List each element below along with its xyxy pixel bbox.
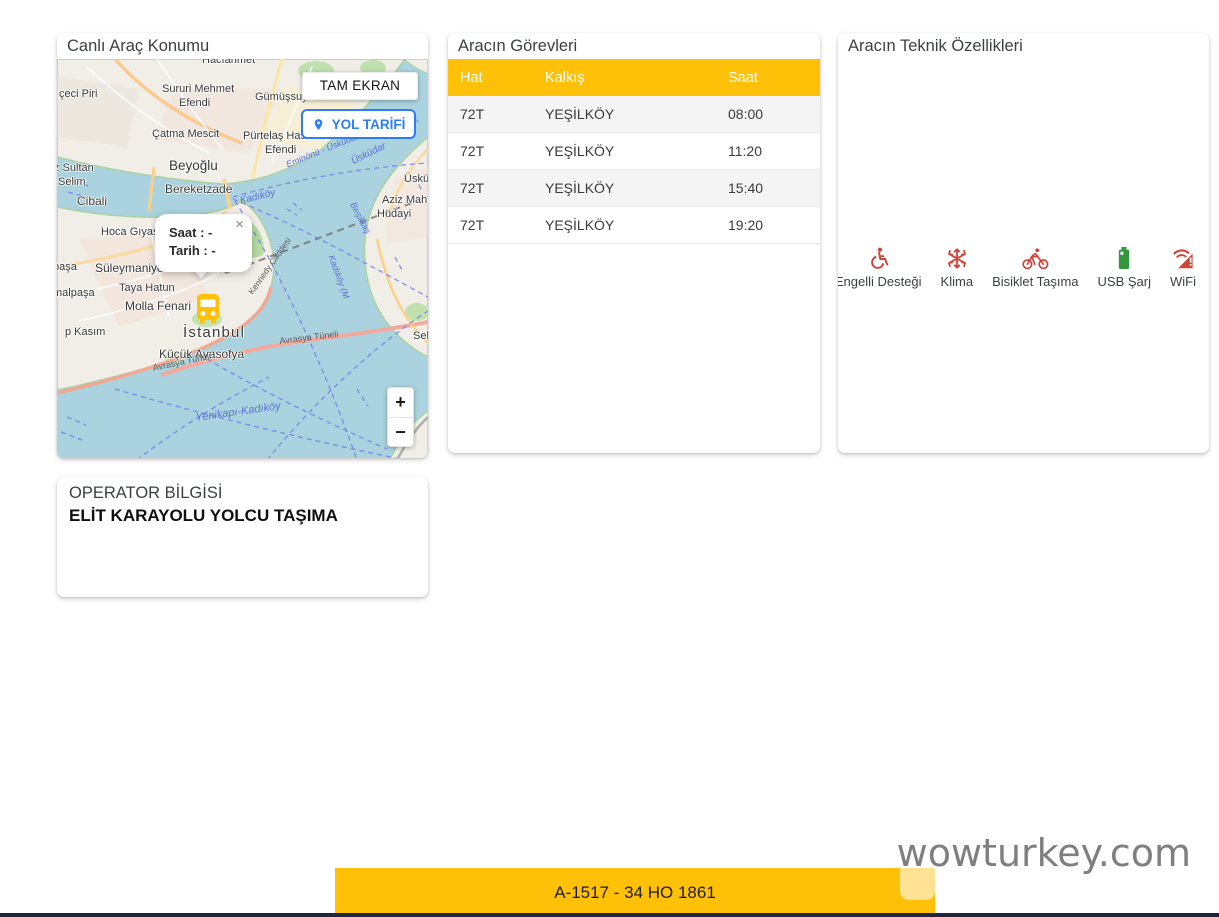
map-place-label: paşa bbox=[57, 261, 77, 273]
map-place-label: Çatma Mescit bbox=[152, 128, 220, 140]
cell-time: 19:20 bbox=[716, 206, 820, 244]
spec-label: Bisiklet Taşıma bbox=[992, 274, 1079, 289]
map-place-label: Hüdayi bbox=[377, 208, 412, 220]
cell-departure: YEŞİLKÖY bbox=[533, 169, 716, 207]
panel-title-specs: Aracın Teknik Özellikleri bbox=[848, 37, 1023, 55]
close-icon[interactable]: × bbox=[235, 216, 244, 234]
location-pin-icon bbox=[312, 116, 325, 133]
zoom-in-button[interactable]: + bbox=[387, 387, 414, 417]
popup-date-line: Tarih : - bbox=[169, 243, 216, 258]
panel-title-tasks: Aracın Görevleri bbox=[458, 37, 578, 55]
battery-icon bbox=[1117, 245, 1131, 270]
vehicle-plate-bar: A-1517 - 34 HO 1861 bbox=[335, 868, 935, 917]
spec-item-accessibility: Engelli Desteği bbox=[838, 245, 922, 289]
tasks-table-header-row: Hat Kalkış Saat bbox=[448, 59, 820, 96]
map[interactable]: Hacıahmet çeci Piri Sururi Mehmet Efendi… bbox=[57, 59, 428, 458]
cell-departure: YEŞİLKÖY bbox=[533, 96, 716, 133]
map-place-label: z Sultan bbox=[57, 162, 94, 174]
directions-button[interactable]: YOL TARİFİ bbox=[301, 109, 416, 139]
wifi-off-icon bbox=[1171, 245, 1195, 270]
map-place-label: Cibali bbox=[77, 194, 108, 208]
column-header-kalkis: Kalkış bbox=[533, 59, 716, 96]
live-location-panel: Canlı Araç Konumu Hacıahmet çeci Piri Su… bbox=[57, 33, 428, 458]
cell-time: 08:00 bbox=[716, 96, 820, 133]
cell-line: 72T bbox=[448, 206, 533, 244]
operator-info-title: OPERATOR BİLGİSİ bbox=[69, 484, 223, 502]
map-place-label: Süleymaniye bbox=[95, 261, 164, 275]
fullscreen-button[interactable]: TAM EKRAN bbox=[302, 72, 418, 100]
technical-specs-panel: Aracın Teknik Özellikleri Engelli Desteğ… bbox=[838, 33, 1209, 453]
map-popup: Saat : - Tarih : - × bbox=[155, 214, 252, 272]
table-row: 72T YEŞİLKÖY 15:40 bbox=[448, 169, 820, 207]
map-place-label: Molla Fenari bbox=[125, 299, 192, 313]
map-place-label: Bereketzade bbox=[165, 182, 233, 196]
specs-row: Engelli Desteği Klima Bisiklet Taşıma US… bbox=[838, 245, 1209, 289]
table-row: 72T YEŞİLKÖY 11:20 bbox=[448, 132, 820, 170]
vehicle-tasks-panel: Aracın Görevleri Hat Kalkış Saat 72T YEŞ… bbox=[448, 33, 820, 453]
map-place-label: çeci Piri bbox=[59, 88, 98, 100]
cell-time: 15:40 bbox=[716, 169, 820, 207]
cell-departure: YEŞİLKÖY bbox=[533, 206, 716, 244]
spec-item-usb: USB Şarj bbox=[1098, 245, 1151, 289]
map-place-label: Beyoğlu bbox=[169, 158, 218, 173]
bus-marker-icon[interactable] bbox=[193, 292, 223, 324]
map-place-label: Selim bbox=[58, 176, 86, 188]
cell-line: 72T bbox=[448, 169, 533, 207]
cell-line: 72T bbox=[448, 132, 533, 170]
column-header-hat: Hat bbox=[448, 59, 533, 96]
snowflake-icon bbox=[946, 245, 968, 270]
table-row: 72T YEŞİLKÖY 19:20 bbox=[448, 206, 820, 244]
zoom-out-button[interactable]: − bbox=[387, 417, 414, 447]
operator-info-panel: OPERATOR BİLGİSİ ELİT KARAYOLU YOLCU TAŞ… bbox=[57, 477, 428, 597]
map-place-label: Taya Hatun bbox=[119, 282, 175, 294]
column-header-saat: Saat bbox=[716, 59, 820, 96]
spec-item-bicycle: Bisiklet Taşıma bbox=[992, 245, 1079, 289]
map-place-label: Aziz Mahmu bbox=[382, 194, 428, 206]
watermark: wowturkey.com bbox=[896, 831, 1191, 875]
map-place-label: Sururi Mehmet bbox=[162, 83, 235, 95]
map-place-label: malpaşa bbox=[57, 287, 95, 299]
spec-label: WiFi bbox=[1170, 274, 1196, 289]
map-place-label: Efendi bbox=[265, 144, 297, 156]
map-place-label: p Kasım bbox=[65, 326, 106, 338]
bottom-navy-strip bbox=[0, 913, 1219, 917]
map-place-label: Hacıahmet bbox=[202, 59, 256, 66]
map-place-label: Üsküda bbox=[404, 173, 428, 185]
spec-label: USB Şarj bbox=[1097, 274, 1151, 289]
plate-bar-corner-accent bbox=[900, 868, 935, 900]
cell-time: 11:20 bbox=[716, 132, 820, 170]
spec-item-ac: Klima bbox=[940, 245, 974, 289]
cell-departure: YEŞİLKÖY bbox=[533, 132, 716, 170]
wheelchair-icon bbox=[867, 245, 890, 270]
map-city-label: İstanbul bbox=[183, 324, 246, 341]
map-place-label: Sel bbox=[413, 330, 428, 342]
page: Canlı Araç Konumu Hacıahmet çeci Piri Su… bbox=[0, 0, 1219, 917]
bicycle-icon bbox=[1022, 245, 1049, 270]
operator-name: ELİT KARAYOLU YOLCU TAŞIMA bbox=[69, 506, 338, 525]
tasks-table: Hat Kalkış Saat 72T YEŞİLKÖY 08:00 72T Y… bbox=[448, 59, 820, 244]
directions-button-label: YOL TARİFİ bbox=[331, 116, 406, 132]
panel-title-live-location: Canlı Araç Konumu bbox=[67, 37, 210, 55]
map-zoom-controls: + − bbox=[387, 387, 414, 447]
spec-label: Engelli Desteği bbox=[838, 274, 922, 289]
spec-label: Klima bbox=[940, 274, 974, 289]
spec-item-wifi: WiFi bbox=[1170, 245, 1196, 289]
map-place-label: Efendi bbox=[179, 97, 211, 109]
cell-line: 72T bbox=[448, 96, 533, 133]
table-row: 72T YEŞİLKÖY 08:00 bbox=[448, 96, 820, 133]
vehicle-plate-label: A-1517 - 34 HO 1861 bbox=[554, 882, 716, 902]
